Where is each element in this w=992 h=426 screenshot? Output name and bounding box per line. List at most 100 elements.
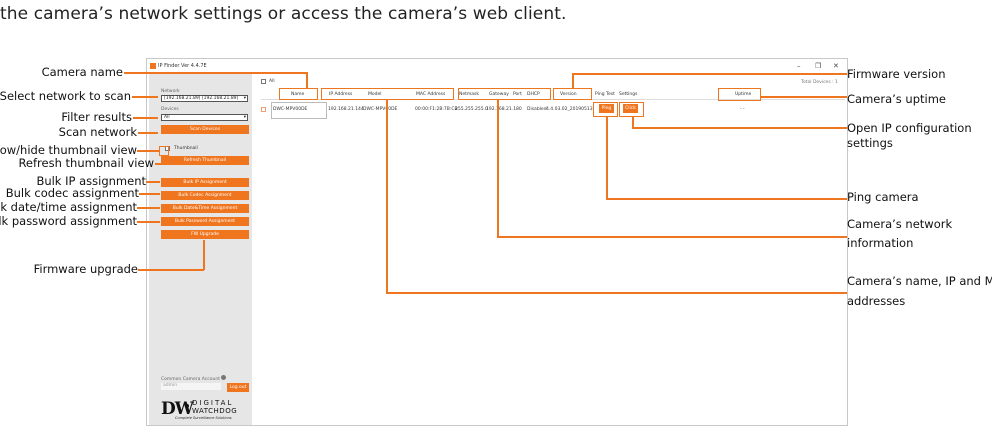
leader-line [137,150,159,152]
maximize-button[interactable]: ❐ [815,62,821,70]
leader-line [133,117,158,119]
ip-model-mac-highlight [321,88,454,100]
sidebar: Network [192.168.21.89] [192.168.21.89] ▾… [149,73,252,425]
cell-mac: 00:00:F1:2B:7B:CB [415,107,458,112]
leader-line [137,207,160,209]
leader-line [497,236,847,238]
label-select-network: Select network to scan [0,89,131,103]
row-checkbox[interactable] [261,107,266,112]
app-icon [150,63,156,69]
cell-gateway: 192.168.21.1 [486,107,517,112]
bulk-ip-button[interactable]: Bulk IP Assignment [161,178,249,187]
leader-line [386,292,847,294]
ping-highlight [593,102,618,117]
cell-name: DWC-MPV00DE [273,107,308,112]
device-list-panel: All Total Devices : 1 Name IP Address Mo… [253,73,847,425]
total-devices: Total Devices : 1 [801,80,838,85]
label-camera-name: Camera name [41,65,123,79]
common-account-text: Common Camera Account [161,377,220,382]
label-ping-camera: Ping camera [847,190,919,204]
network-info-highlight [458,88,551,100]
bulk-codec-button[interactable]: Bulk Codec Assignment [161,191,249,200]
leader-line [132,96,158,98]
label-filter-results: Filter results [61,110,132,124]
leader-line [606,116,608,199]
label-bulk-password: Bulk password assignment [0,214,137,228]
label-refresh-thumbnail: Refresh thumbnail view [18,156,154,170]
settings-highlight [619,102,644,117]
label-scan-network: Scan network [58,125,137,139]
leader-line [139,193,160,195]
title-bar: IP Finder Ver 4.4.7E – ❐ ✕ [147,59,847,73]
minimize-button[interactable]: – [797,62,801,70]
label-bulk-codec: Bulk codec assignment [5,186,139,200]
devices-select[interactable]: All ▾ [161,114,248,121]
leader-line [760,96,847,98]
leader-line [146,181,160,183]
label-network-info-2: information [847,236,914,250]
cell-model: DWC-MPV00DE [363,107,398,112]
label-open-ip-config: Open IP configuration [847,121,972,135]
instruction-caption: the camera’s network settings or access … [0,4,567,24]
leader-line [606,198,847,200]
cell-port: 80 [516,107,522,112]
label-uptime: Camera’s uptime [847,92,947,106]
scan-devices-button[interactable]: Scan Devices [161,125,249,134]
help-icon[interactable] [221,375,227,380]
digital-watchdog-logo: DW DIGITAL WATCHDOG Complete Surveillanc… [161,399,249,421]
bulk-password-button[interactable]: Bulk Password Assignment [161,217,249,226]
cell-version: 4.4.03.02_20190513 [546,107,593,112]
logo-tagline: Complete Surveillance Solutions [175,416,232,420]
devices-label: Devices [161,107,179,112]
col-settings[interactable]: Settings [619,92,637,97]
leader-line [306,72,308,89]
col-ping-test[interactable]: Ping Test [595,92,615,97]
leader-line [572,73,847,75]
refresh-thumbnail-button[interactable]: Refresh Thumbnail [161,156,249,165]
cell-netmask: 255.255.255.0 [455,107,488,112]
fw-upgrade-button[interactable]: FW Upgrade [161,230,249,239]
chevron-down-icon: ▾ [243,115,246,120]
label-firmware-version: Firmware version [847,67,946,81]
close-button[interactable]: ✕ [833,62,839,70]
leader-line [155,163,161,165]
label-name-ip-mac: Camera’s name, IP and MAC [847,274,992,288]
log-out-button[interactable]: Log out [227,383,249,392]
thumbnail-label: Thumbnail [174,146,198,151]
leader-line [386,99,388,293]
leader-line [138,132,158,134]
name-header-highlight [279,88,318,100]
leader-line [632,116,634,128]
label-bulk-datetime: Bulk date/time assignment [0,200,137,214]
label-firmware-upgrade: Firmware upgrade [33,262,138,276]
app-title: IP Finder Ver 4.4.7E [158,63,207,69]
logo-dot [185,404,189,408]
network-value: [192.168.21.89] [192.168.21.89] [164,96,239,101]
logo-digital: DIGITAL [192,399,234,407]
cell-uptime: - - [740,107,745,112]
leader-line [497,99,499,237]
leader-line [137,221,160,223]
thumbnail-checkbox-highlight [159,146,169,156]
label-name-ip-mac-2: addresses [847,294,906,308]
leader-line [572,73,574,89]
cell-ip: 192.168.21.144 [328,107,364,112]
leader-line [203,240,205,270]
select-all-label: All [269,79,275,84]
select-all-checkbox[interactable] [261,79,266,84]
account-field[interactable]: admin [161,383,221,390]
leader-line [138,269,204,271]
label-open-ip-config-2: settings [847,136,893,150]
chevron-down-icon: ▾ [243,96,246,101]
label-network-info: Camera’s network [847,217,953,231]
devices-value: All [164,115,170,120]
cell-dhcp: Disabled [527,107,547,112]
logo-watchdog: WATCHDOG [192,407,238,415]
leader-line [632,127,847,129]
network-label: Network [161,89,180,94]
network-select[interactable]: [192.168.21.89] [192.168.21.89] ▾ [161,95,248,102]
version-highlight [553,88,592,100]
uptime-highlight [718,88,761,101]
common-account-label: Common Camera Account [161,375,227,382]
bulk-datetime-button[interactable]: Bulk Date&Time Assignment [161,204,249,213]
